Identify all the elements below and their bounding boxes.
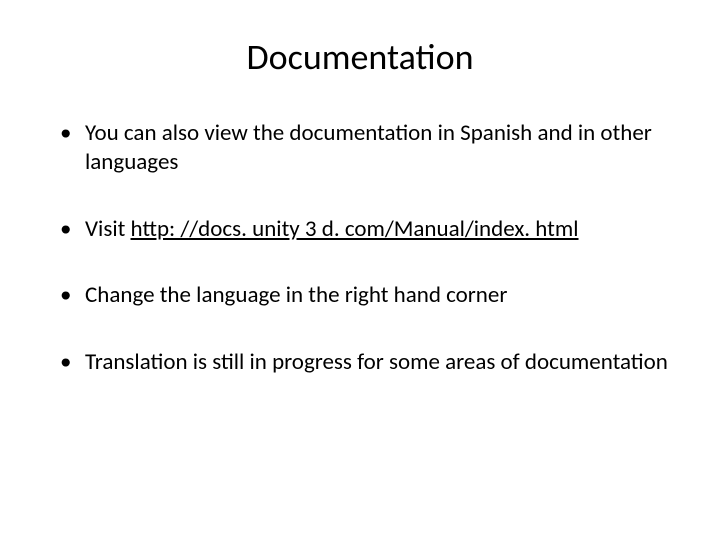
- slide-title: Documentation: [50, 35, 670, 79]
- bullet-item: Translation is still in progress for som…: [60, 348, 670, 377]
- bullet-item: You can also view the documentation in S…: [60, 119, 670, 177]
- bullet-prefix: Visit: [85, 215, 131, 243]
- documentation-link[interactable]: http: //docs. unity 3 d. com/Manual/inde…: [131, 215, 579, 243]
- bullet-list: You can also view the documentation in S…: [50, 119, 670, 377]
- bullet-item: Change the language in the right hand co…: [60, 281, 670, 310]
- bullet-text: Change the language in the right hand co…: [85, 281, 507, 309]
- bullet-text: You can also view the documentation in S…: [85, 119, 652, 176]
- bullet-item: Visit http: //docs. unity 3 d. com/Manua…: [60, 215, 670, 244]
- bullet-text: Translation is still in progress for som…: [85, 348, 668, 376]
